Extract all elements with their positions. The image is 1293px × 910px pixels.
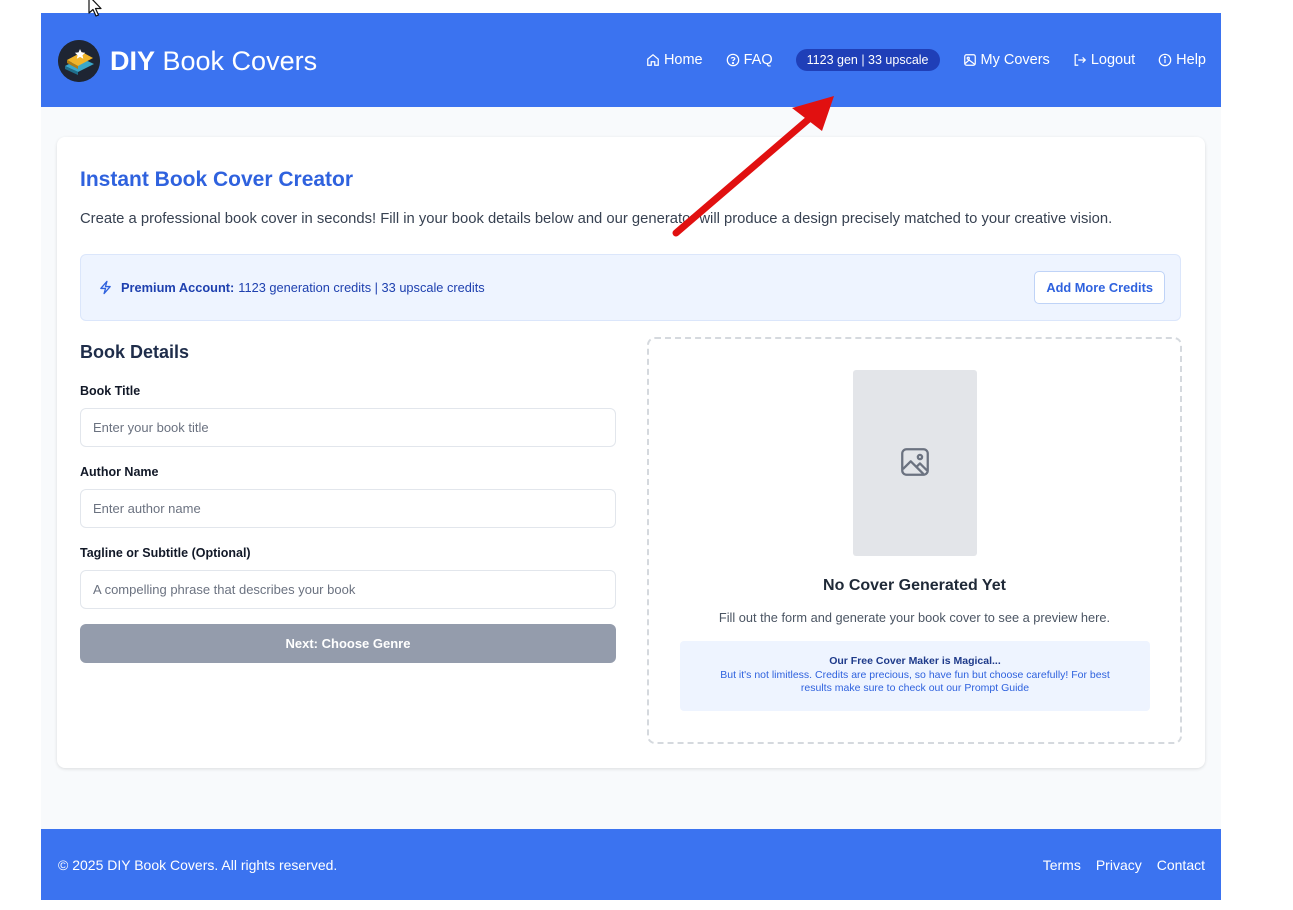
nav-help-label: Help [1176,52,1206,68]
add-more-credits-button[interactable]: Add More Credits [1034,271,1165,304]
nav-home-label: Home [663,52,703,68]
credits-badge: 1123 gen | 33 upscale [795,49,940,71]
nav-my-covers-label: My Covers [980,52,1050,68]
faq-icon [726,53,739,67]
brand-name: DIY Book Covers [110,46,318,76]
site-footer: © 2025 DIY Book Covers. All rights reser… [41,829,1221,900]
premium-credits-text: 1123 generation credits | 33 upscale cre… [238,280,485,295]
logo [58,40,100,82]
next-choose-genre-button[interactable]: Next: Choose Genre [80,624,616,663]
nav-logout-label: Logout [1090,52,1136,68]
page-description: Create a professional book cover in seco… [80,211,1113,227]
logout-icon [1074,54,1086,66]
premium-label: Premium Account: [121,280,235,295]
notice-body: But it's not limitless. Credits are prec… [720,669,1110,694]
tagline-label: Tagline or Subtitle (Optional) [80,546,251,560]
notice-title: Our Free Cover Maker is Magical... [829,655,1001,667]
nav-help[interactable]: Help [1158,52,1206,68]
copyright-text: © 2025 DIY Book Covers. All rights reser… [58,857,338,873]
lightning-icon [100,280,111,295]
book-details-form: Book Details Book Title Author Name Tagl… [80,342,616,663]
image-icon [963,54,976,66]
nav-home[interactable]: Home [646,52,703,68]
cover-creator-card: Instant Book Cover Creator Create a prof… [57,137,1205,768]
book-title-label: Book Title [80,384,141,398]
premium-info: Premium Account: 1123 generation credits… [98,280,485,295]
no-cover-subtitle: Fill out the form and generate your book… [718,610,1111,625]
tagline-input[interactable] [80,570,616,609]
top-navbar: DIY Book Covers Home FAQ 1123 gen | 33 u… [41,13,1221,107]
book-title-input[interactable] [80,408,616,447]
help-icon [1158,53,1172,67]
cover-placeholder [853,370,977,556]
nav-faq[interactable]: FAQ [726,52,773,68]
cover-preview: No Cover Generated Yet Fill out the form… [647,337,1182,744]
nav-my-covers[interactable]: My Covers [963,52,1050,68]
author-name-input[interactable] [80,489,616,528]
home-icon [647,53,659,66]
nav-faq-label: FAQ [743,52,773,68]
footer-links: Terms Privacy Contact [1028,857,1205,873]
site: DIY Book Covers Home FAQ 1123 gen | 33 u… [41,13,1221,900]
credits-notice: Our Free Cover Maker is Magical... But i… [680,641,1150,711]
form-heading: Book Details [80,342,190,362]
page-title: Instant Book Cover Creator [80,168,354,191]
footer-link-contact[interactable]: Contact [1157,857,1205,873]
image-placeholder-icon [901,448,929,476]
nav-logout[interactable]: Logout [1073,52,1135,68]
no-cover-title: No Cover Generated Yet [823,577,1006,594]
footer-link-privacy[interactable]: Privacy [1096,857,1142,873]
cursor-icon [88,0,102,17]
premium-banner: Premium Account: 1123 generation credits… [80,254,1181,321]
author-name-label: Author Name [80,465,159,479]
brand[interactable]: DIY Book Covers [58,39,317,83]
main-nav: Home FAQ 1123 gen | 33 upscale My Covers… [623,48,1206,72]
footer-link-terms[interactable]: Terms [1043,857,1081,873]
